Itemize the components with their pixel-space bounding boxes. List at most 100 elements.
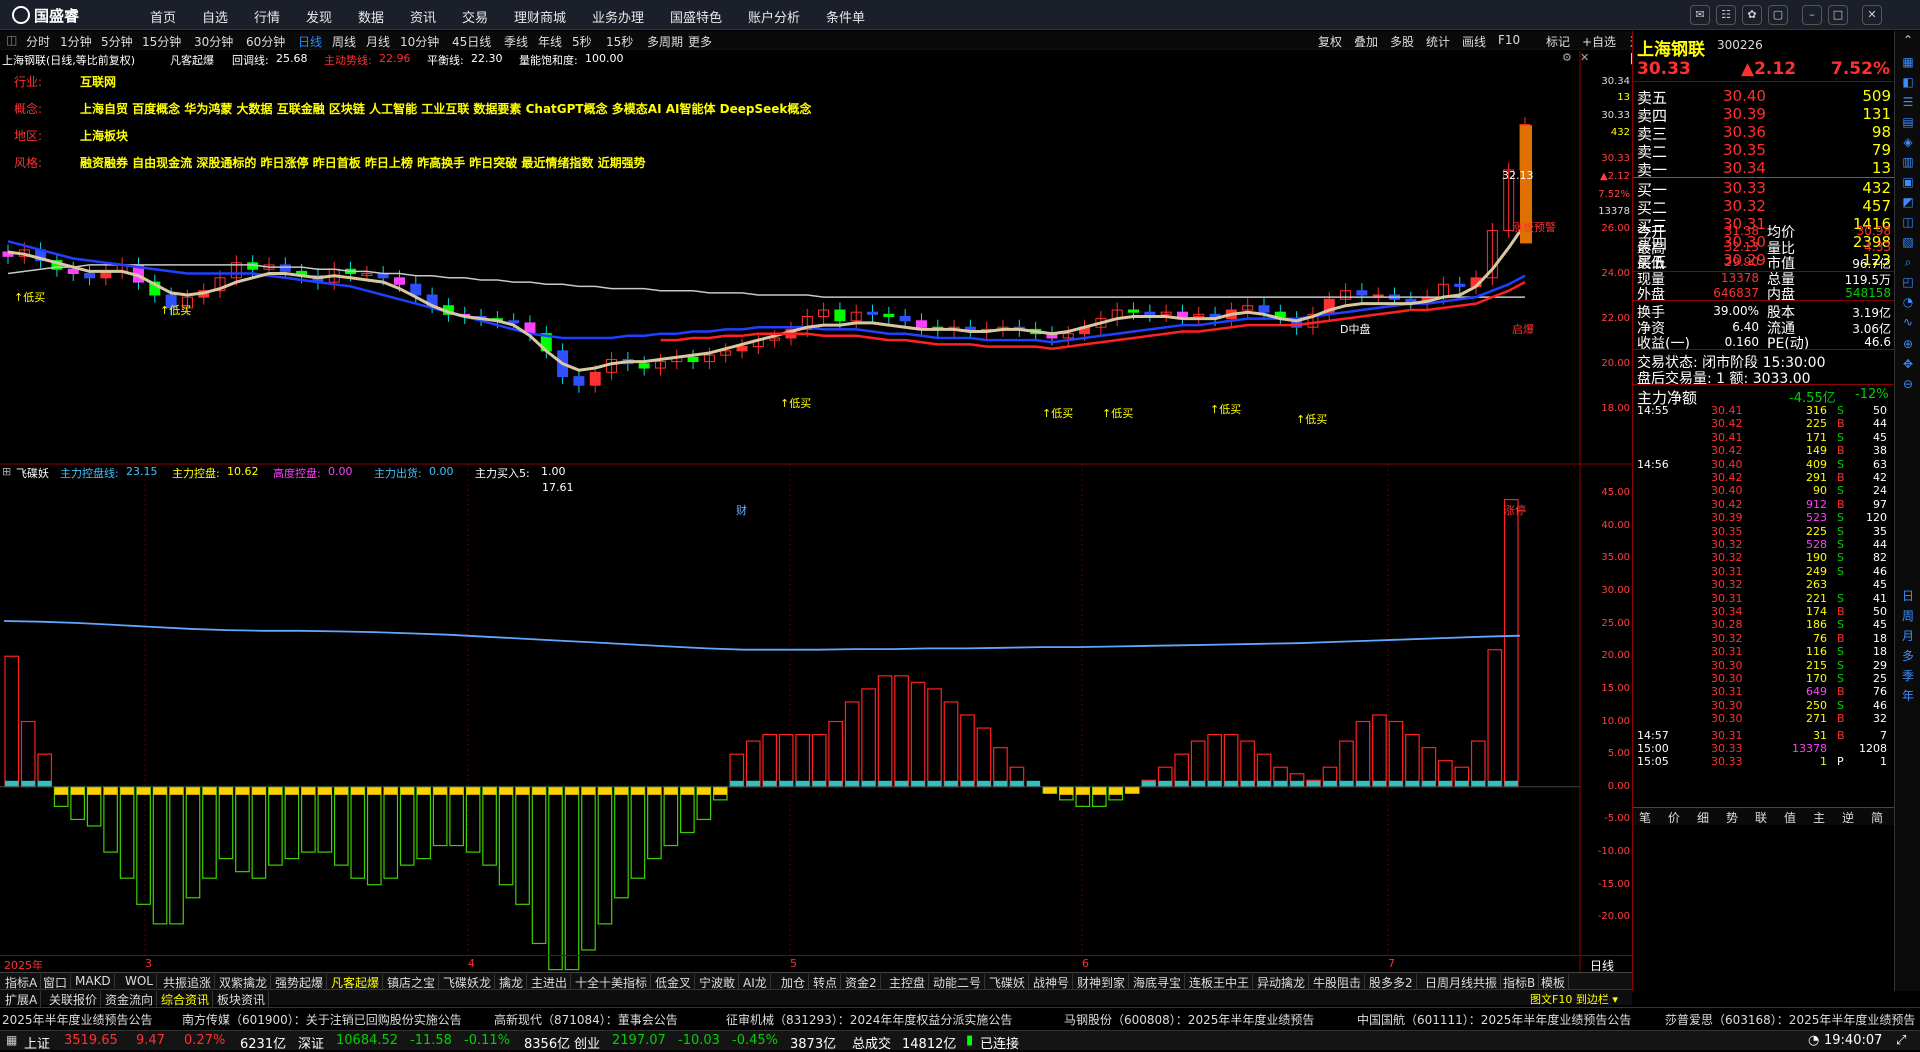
tool-1[interactable]: 叠加	[1354, 33, 1378, 50]
maximize-icon[interactable]: □	[1828, 5, 1848, 25]
tool-5[interactable]: F10	[1498, 33, 1520, 47]
fullscreen-icon[interactable]: ⤢	[1896, 1033, 1906, 1048]
period-8[interactable]: 月线	[366, 33, 390, 50]
side-tab-5[interactable]: 年	[1897, 687, 1919, 704]
statusbar-menu-icon[interactable]: ▦	[6, 1033, 17, 1047]
period-14[interactable]: 15秒	[606, 33, 633, 50]
side-zoom-in-icon[interactable]: ⊕	[1897, 337, 1919, 351]
quote-tab-6[interactable]: 主	[1813, 809, 1825, 826]
side-table-icon[interactable]: ▤	[1897, 115, 1919, 129]
f10-link[interactable]: 图文F10 到边栏 ▾	[1530, 991, 1618, 1007]
bottom-tab2-1[interactable]: 关联报价	[46, 991, 102, 1008]
period-1[interactable]: 1分钟	[60, 33, 92, 50]
bottom-tab2-0[interactable]: 扩展A	[2, 991, 42, 1008]
period-toggle-icon[interactable]: ◫	[6, 33, 17, 47]
quote-tab-0[interactable]: 笔	[1639, 809, 1651, 826]
side-wave-icon[interactable]: ∿	[1897, 315, 1919, 329]
period-0[interactable]: 分时	[26, 33, 50, 50]
period-13[interactable]: 5秒	[572, 33, 592, 50]
period-4[interactable]: 30分钟	[194, 33, 233, 50]
menu-item-10[interactable]: 账户分析	[748, 7, 800, 26]
period-16[interactable]: 更多	[688, 33, 712, 50]
quote-tab-7[interactable]: 逆	[1842, 809, 1854, 826]
chart-indicator-name[interactable]: 凡客起爆	[170, 52, 214, 68]
chart-close-icon[interactable]: ✕	[1580, 51, 1589, 64]
menu-item-1[interactable]: 自选	[202, 7, 228, 26]
side-box-icon[interactable]: ◫	[1897, 215, 1919, 229]
menu-item-6[interactable]: 交易	[462, 7, 488, 26]
side-grid-icon[interactable]: ▦	[1897, 55, 1919, 69]
news-item-0[interactable]: 2025年半年度业绩预告公告	[2, 1011, 153, 1028]
period-6[interactable]: 日线	[298, 33, 322, 50]
menu-item-4[interactable]: 数据	[358, 7, 384, 26]
bid-row-1[interactable]: 买二 30.32 457	[1637, 197, 1891, 217]
quote-tab-8[interactable]: 简	[1871, 809, 1883, 826]
quote-tab-3[interactable]: 势	[1726, 809, 1738, 826]
side-pie-icon[interactable]: ◔	[1897, 295, 1919, 309]
menu-item-9[interactable]: 国盛特色	[670, 7, 722, 26]
indicator-tab-2[interactable]: MAKD	[72, 974, 115, 988]
sub-indicator-name[interactable]: 飞碟妖	[16, 465, 49, 481]
quote-tab-1[interactable]: 价	[1668, 809, 1680, 826]
sub-toggle-icon[interactable]: ⊞	[2, 465, 11, 478]
news-item-1[interactable]: 南方传媒（601900）：关于注销已回购股份实施公告	[182, 1011, 462, 1028]
tool-2[interactable]: 多股	[1390, 33, 1414, 50]
bottom-tab2-4[interactable]: 板块资讯	[214, 991, 270, 1008]
side-hist-icon[interactable]: ▧	[1897, 235, 1919, 249]
app-logo[interactable]: 国盛睿	[12, 5, 79, 26]
menu-item-5[interactable]: 资讯	[410, 7, 436, 26]
side-tab-1[interactable]: 周	[1897, 607, 1919, 624]
menu-item-11[interactable]: 条件单	[826, 7, 865, 26]
ask-row-4[interactable]: 卖一 30.34 13	[1637, 159, 1891, 179]
period-3[interactable]: 15分钟	[142, 33, 181, 50]
mail-icon[interactable]: ☷	[1716, 5, 1736, 25]
skin-icon[interactable]: ✿	[1742, 5, 1762, 25]
chart-settings-icon[interactable]: ⚙	[1562, 51, 1572, 64]
close-icon[interactable]: ✕	[1862, 5, 1882, 25]
side-tab-3[interactable]: 多	[1897, 647, 1919, 664]
bottom-tab2-3[interactable]: 综合资讯	[158, 991, 214, 1008]
period-11[interactable]: 季线	[504, 33, 528, 50]
quote-tab-5[interactable]: 值	[1784, 809, 1796, 826]
news-item-5[interactable]: 中国国航（601111）：2025年半年度业绩预告公告	[1357, 1011, 1631, 1028]
side-info-icon[interactable]: ◈	[1897, 135, 1919, 149]
side-list-icon[interactable]: ☰	[1897, 95, 1919, 109]
message-icon[interactable]: ✉	[1690, 5, 1710, 25]
period-2[interactable]: 5分钟	[101, 33, 133, 50]
side-search-icon[interactable]: ⌕	[1897, 255, 1919, 270]
quote-tab-4[interactable]: 联	[1755, 809, 1767, 826]
news-item-2[interactable]: 高新现代（871084）：董事会公告	[494, 1011, 678, 1028]
side-flag-icon[interactable]: ◩	[1897, 195, 1919, 209]
period-7[interactable]: 周线	[332, 33, 356, 50]
side-calc-icon[interactable]: ▣	[1897, 175, 1919, 189]
tool-4[interactable]: 画线	[1462, 33, 1486, 50]
tool-7[interactable]: +自选	[1582, 33, 1616, 50]
menu-item-2[interactable]: 行情	[254, 7, 280, 26]
side-down-icon[interactable]: ⊖	[1897, 377, 1919, 391]
ask-row-2[interactable]: 卖三 30.36 98	[1637, 123, 1891, 143]
side-tab-2[interactable]: 月	[1897, 627, 1919, 644]
ask-row-1[interactable]: 卖四 30.39 131	[1637, 105, 1891, 125]
indicator-tab-3[interactable]: WOL	[122, 974, 157, 988]
side-rsi-icon[interactable]: ◰	[1897, 275, 1919, 289]
sz-index-label[interactable]: 深证	[298, 1033, 324, 1052]
period-5[interactable]: 60分钟	[246, 33, 285, 50]
tool-3[interactable]: 统计	[1426, 33, 1450, 50]
tool-6[interactable]: 标记	[1546, 33, 1570, 50]
sh-index-label[interactable]: 上证	[24, 1033, 50, 1052]
period-9[interactable]: 10分钟	[400, 33, 439, 50]
menu-item-3[interactable]: 发现	[306, 7, 332, 26]
side-chart-icon[interactable]: ◧	[1897, 75, 1919, 89]
bid-row-0[interactable]: 买一 30.33 432	[1637, 179, 1891, 199]
side-tab-0[interactable]: 日	[1897, 587, 1919, 604]
news-item-4[interactable]: 马钢股份（600808）：2025年半年度业绩预告	[1064, 1011, 1314, 1028]
period-15[interactable]: 多周期	[647, 33, 683, 50]
quote-tab-2[interactable]: 细	[1697, 809, 1709, 826]
menu-item-7[interactable]: 理财商城	[514, 7, 566, 26]
side-up-icon[interactable]: ⌃	[1897, 33, 1919, 47]
side-bar-icon[interactable]: ▥	[1897, 155, 1919, 169]
ask-row-0[interactable]: 卖五 30.40 509	[1637, 87, 1891, 107]
ask-row-3[interactable]: 卖二 30.35 79	[1637, 141, 1891, 161]
lock-icon[interactable]: ▢	[1768, 5, 1788, 25]
bottom-tab2-2[interactable]: 资金流向	[102, 991, 158, 1008]
